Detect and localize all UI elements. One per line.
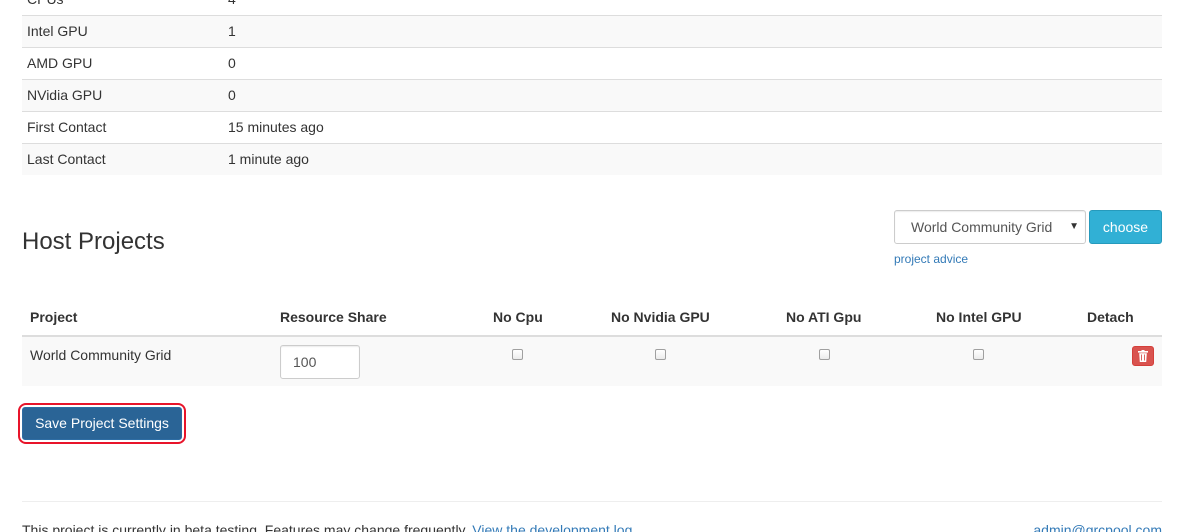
info-key: Last Contact: [27, 151, 106, 167]
info-key: AMD GPU: [27, 55, 93, 71]
info-row-amd-gpu: AMD GPU 0: [22, 47, 1162, 79]
no-ati-gpu-checkbox[interactable]: [819, 349, 830, 360]
column-header-resource-share: Resource Share: [280, 309, 387, 325]
column-header-no-intel-gpu: No Intel GPU: [936, 309, 1022, 325]
no-cpu-checkbox[interactable]: [512, 349, 523, 360]
project-select[interactable]: World Community Grid ▼: [894, 210, 1086, 244]
column-header-no-cpu: No Cpu: [493, 309, 543, 325]
section-title: Host Projects: [22, 228, 165, 255]
projects-table-header: Project Resource Share No Cpu No Nvidia …: [22, 300, 1162, 337]
info-value: 4: [228, 0, 236, 15]
project-name: World Community Grid: [30, 347, 172, 363]
host-detail-page: CPUs 4 Intel GPU 1 AMD GPU 0 NVidia GPU …: [0, 0, 1200, 532]
info-value: 1 minute ago: [228, 151, 309, 167]
caret-down-icon: ▼: [1069, 221, 1079, 232]
detach-button[interactable]: [1132, 346, 1154, 366]
info-key: NVidia GPU: [27, 87, 103, 103]
project-advice-link[interactable]: project advice: [894, 252, 968, 266]
column-header-project: Project: [30, 309, 78, 325]
host-info-table: CPUs 4 Intel GPU 1 AMD GPU 0 NVidia GPU …: [22, 0, 1162, 175]
info-key: First Contact: [27, 119, 107, 135]
info-row-last-contact: Last Contact 1 minute ago: [22, 143, 1162, 175]
table-row: World Community Grid: [22, 337, 1162, 386]
choose-button[interactable]: choose: [1089, 210, 1162, 244]
info-key: CPUs: [27, 0, 64, 15]
project-select-value: World Community Grid: [911, 219, 1053, 235]
info-row-cpus: CPUs 4: [22, 0, 1162, 15]
footer-message: This project is currently in beta testin…: [22, 522, 469, 532]
column-header-no-nvidia-gpu: No Nvidia GPU: [611, 309, 710, 325]
info-row-first-contact: First Contact 15 minutes ago: [22, 111, 1162, 143]
trash-icon: [1138, 350, 1148, 362]
info-row-intel-gpu: Intel GPU 1: [22, 15, 1162, 47]
info-value: 1: [228, 23, 236, 39]
development-log-link[interactable]: View the development log: [472, 522, 632, 532]
column-header-no-ati-gpu: No ATI Gpu: [786, 309, 862, 325]
info-key: Intel GPU: [27, 23, 88, 39]
admin-email-link[interactable]: admin@grcpool.com: [1033, 522, 1162, 532]
info-value: 15 minutes ago: [228, 119, 324, 135]
no-intel-gpu-checkbox[interactable]: [973, 349, 984, 360]
info-value: 0: [228, 55, 236, 71]
no-nvidia-gpu-checkbox[interactable]: [655, 349, 666, 360]
info-row-nvidia-gpu: NVidia GPU 0: [22, 79, 1162, 111]
footer-divider: [22, 501, 1162, 502]
save-project-settings-button[interactable]: Save Project Settings: [22, 407, 182, 440]
column-header-detach: Detach: [1087, 309, 1134, 325]
footer-text: This project is currently in beta testin…: [22, 522, 632, 532]
info-value: 0: [228, 87, 236, 103]
resource-share-input[interactable]: [280, 345, 360, 379]
